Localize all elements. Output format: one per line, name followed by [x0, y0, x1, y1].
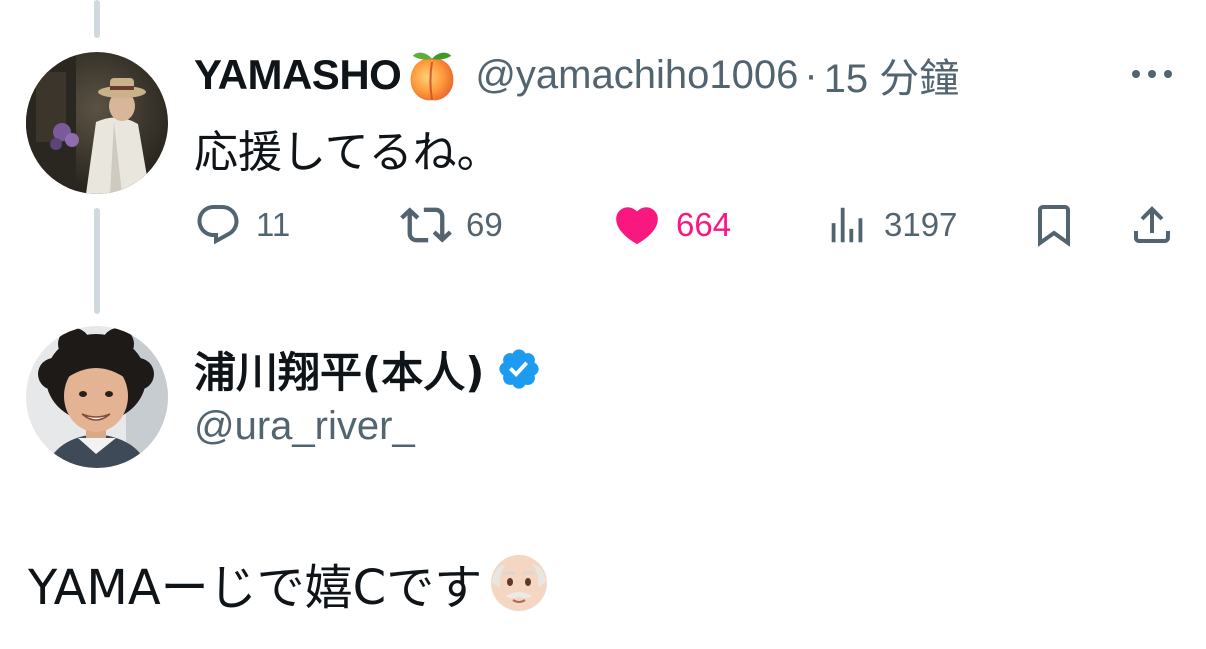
main-handle[interactable]: @ura_river_ — [194, 404, 415, 449]
reply-tweet-text: 応援してるね。 — [194, 127, 501, 178]
verified-badge-icon[interactable] — [496, 346, 542, 392]
main-display-name[interactable]: 浦川翔平(本人) — [194, 339, 484, 400]
like-count: 664 — [676, 206, 732, 243]
analytics-icon — [831, 207, 863, 243]
old-man-emoji-icon — [491, 555, 548, 611]
retweet-icon — [400, 207, 452, 243]
comment-icon — [197, 205, 239, 245]
views-button[interactable]: 3197 — [824, 198, 957, 252]
main-tweet-body: YAMAーじで嬉Cです — [28, 548, 550, 618]
thread-line-connector — [94, 208, 100, 314]
reply-handle[interactable]: @yamachiho1006 — [475, 53, 798, 98]
reply-button[interactable]: 11 — [194, 198, 290, 252]
bookmark-button[interactable] — [1030, 198, 1078, 252]
retweet-button[interactable]: 69 — [400, 198, 503, 252]
peach-emoji-icon — [410, 52, 454, 101]
retweet-count: 69 — [466, 206, 503, 243]
reply-author-avatar[interactable] — [26, 52, 168, 194]
bookmark-icon — [1038, 205, 1070, 247]
share-icon — [1134, 206, 1170, 243]
header-separator: · — [804, 52, 818, 97]
reply-count: 11 — [256, 206, 291, 243]
views-count: 3197 — [884, 206, 958, 243]
reply-avatar-photo — [26, 52, 168, 194]
reply-header: YAMASHO @yamachiho1006 · 15 分鐘 — [194, 46, 959, 104]
thread-line-top — [94, 0, 100, 38]
heart-filled-icon — [616, 207, 658, 245]
more-options-icon[interactable] — [1128, 62, 1176, 86]
main-name-row: 浦川翔平(本人) — [194, 340, 542, 398]
main-avatar-photo — [26, 326, 168, 468]
reply-display-name[interactable]: YAMASHO — [194, 51, 402, 99]
main-tweet-text: YAMAーじで嬉Cです — [28, 560, 483, 616]
main-author-avatar[interactable] — [26, 326, 168, 468]
like-button[interactable]: 664 — [612, 198, 731, 252]
share-button[interactable] — [1128, 198, 1176, 252]
reply-timestamp[interactable]: 15 分鐘 — [824, 46, 960, 104]
